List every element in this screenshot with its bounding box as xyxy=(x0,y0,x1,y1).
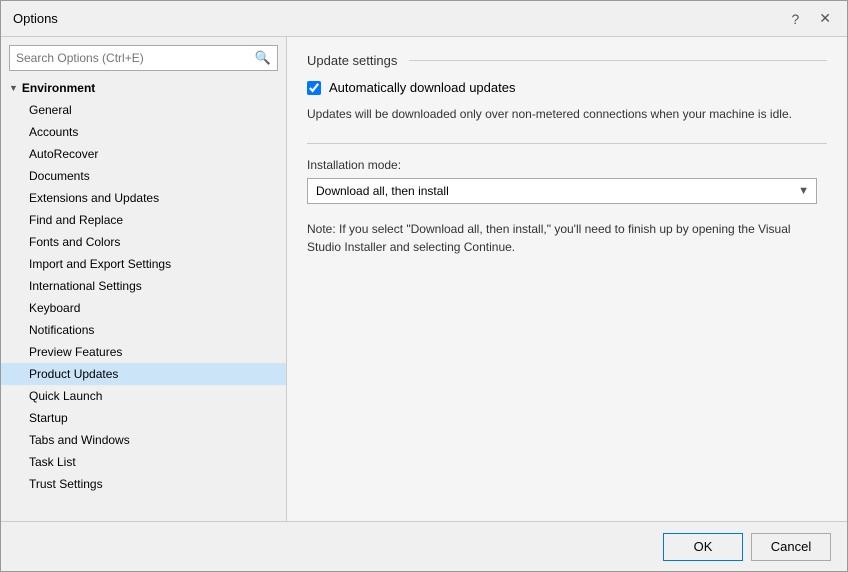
collapse-icon: ▼ xyxy=(9,83,18,93)
tree-item-productupdates[interactable]: Product Updates xyxy=(1,363,286,385)
tree-item-startup[interactable]: Startup xyxy=(1,407,286,429)
tree-item-documents[interactable]: Documents xyxy=(1,165,286,187)
tree-parent-label: Environment xyxy=(22,81,95,95)
tree-item-keyboard[interactable]: Keyboard xyxy=(1,297,286,319)
installation-mode-dropdown[interactable]: Download all, then installDownload and i… xyxy=(307,178,817,204)
tree-item-extensions[interactable]: Extensions and Updates xyxy=(1,187,286,209)
install-mode-label: Installation mode: xyxy=(307,158,827,172)
checkbox-row: Automatically download updates xyxy=(307,80,827,95)
search-icon: 🔍 xyxy=(249,50,277,66)
tree-item-preview[interactable]: Preview Features xyxy=(1,341,286,363)
dropdown-wrapper: Download all, then installDownload and i… xyxy=(307,178,817,204)
title-bar-right: ? ✕ xyxy=(787,8,835,29)
note-text: Note: If you select "Download all, then … xyxy=(307,220,827,256)
tree-item-trustsettings[interactable]: Trust Settings xyxy=(1,473,286,495)
tree-item-importexport[interactable]: Import and Export Settings xyxy=(1,253,286,275)
tree-item-notifications[interactable]: Notifications xyxy=(1,319,286,341)
tree-node-environment[interactable]: ▼ Environment xyxy=(1,77,286,99)
left-panel: 🔍 ▼ Environment GeneralAccountsAutoRecov… xyxy=(1,37,287,521)
section-title: Update settings xyxy=(307,53,827,68)
close-button[interactable]: ✕ xyxy=(815,8,835,29)
auto-download-checkbox[interactable] xyxy=(307,81,321,95)
tree-item-accounts[interactable]: Accounts xyxy=(1,121,286,143)
tree-item-quicklaunch[interactable]: Quick Launch xyxy=(1,385,286,407)
tree-item-tasklist[interactable]: Task List xyxy=(1,451,286,473)
options-dialog: Options ? ✕ 🔍 ▼ Environment GeneralAccou… xyxy=(0,0,848,572)
tree-item-autorecover[interactable]: AutoRecover xyxy=(1,143,286,165)
auto-download-label: Automatically download updates xyxy=(329,80,515,95)
ok-button[interactable]: OK xyxy=(663,533,743,561)
title-bar: Options ? ✕ xyxy=(1,1,847,37)
cancel-button[interactable]: Cancel xyxy=(751,533,831,561)
tree-item-international[interactable]: International Settings xyxy=(1,275,286,297)
tree-item-fonts[interactable]: Fonts and Colors xyxy=(1,231,286,253)
tree-item-findreplace[interactable]: Find and Replace xyxy=(1,209,286,231)
tree-item-tabswindows[interactable]: Tabs and Windows xyxy=(1,429,286,451)
content-area: Automatically download updates Updates w… xyxy=(307,80,827,509)
help-button[interactable]: ? xyxy=(787,9,803,29)
search-box[interactable]: 🔍 xyxy=(9,45,278,71)
tree-item-general[interactable]: General xyxy=(1,99,286,121)
description-text: Updates will be downloaded only over non… xyxy=(307,105,827,123)
search-input[interactable] xyxy=(10,46,249,70)
right-panel: Update settings Automatically download u… xyxy=(287,37,847,521)
tree-container[interactable]: ▼ Environment GeneralAccountsAutoRecover… xyxy=(1,77,286,521)
dialog-title: Options xyxy=(13,11,58,26)
dialog-body: 🔍 ▼ Environment GeneralAccountsAutoRecov… xyxy=(1,37,847,521)
separator xyxy=(307,143,827,144)
title-bar-left: Options xyxy=(13,11,58,26)
dialog-footer: OK Cancel xyxy=(1,521,847,571)
